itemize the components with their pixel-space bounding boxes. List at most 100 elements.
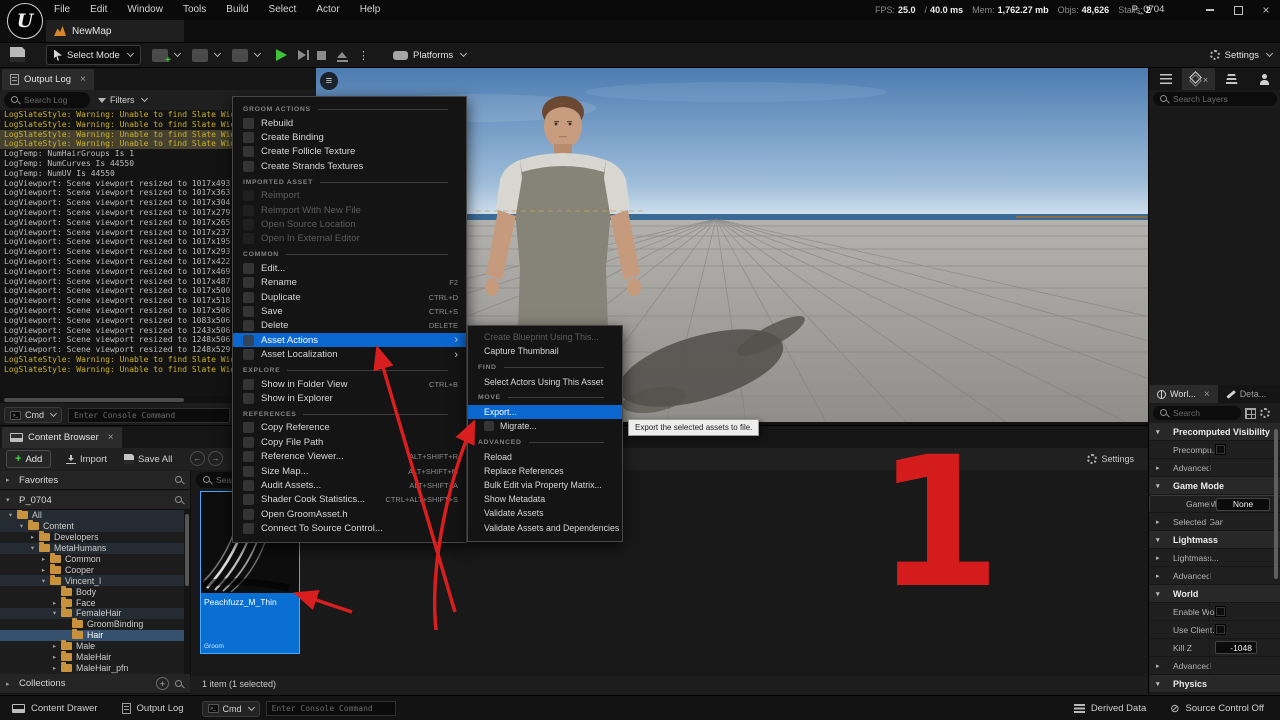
content-browser-settings[interactable]: Settings [1087,451,1134,467]
menu-item[interactable]: Create Follicle Texture [233,145,466,159]
menu-item[interactable]: Export... [468,405,622,419]
layers-tab[interactable] [1182,68,1215,90]
import-button[interactable]: Import [66,450,107,468]
collections-header[interactable]: ▸ Collections [0,674,190,694]
expander-icon[interactable]: ▸ [50,599,59,607]
expander-icon[interactable]: ▸ [50,653,59,661]
menu-bar-item[interactable]: Select [259,0,307,20]
content-drawer-button[interactable]: Content Drawer [0,696,110,720]
console-input[interactable] [74,411,224,420]
property-row[interactable]: Enable Wo... [1149,603,1280,621]
menu-item[interactable]: Show in Folder View CTRL+B [233,377,466,391]
menu-item[interactable]: Save CTRL+S [233,304,466,318]
close-button[interactable] [1252,0,1280,20]
menu-item[interactable]: Connect To Source Control... [233,521,466,535]
minimize-button[interactable] [1196,0,1224,20]
status-cmd-dropdown[interactable]: Cmd [202,701,260,717]
expander-icon[interactable]: ▾ [1156,590,1166,598]
menu-item[interactable]: Show Metadata [468,492,622,506]
tree-item[interactable]: ▸ MaleHair_pfn [0,662,184,673]
search-icon[interactable] [174,679,184,689]
cmd-dropdown[interactable]: Cmd [4,407,62,423]
platforms-dropdown[interactable]: Platforms [393,45,466,65]
expander-icon[interactable]: ▸ [1156,464,1166,472]
property-row[interactable]: ▸ Advanced [1149,657,1280,675]
log-search-box[interactable] [4,92,90,108]
log-filters-dropdown[interactable]: Filters [98,92,147,108]
tree-item[interactable]: ▸ Face [0,597,184,608]
menu-item[interactable]: Copy Reference [233,421,466,435]
menu-item[interactable]: Reload [468,450,622,464]
expander-icon[interactable]: ▸ [50,664,59,672]
menu-item[interactable]: Reimport [233,189,466,203]
property-row[interactable]: Precompu... [1149,441,1280,459]
status-console-box[interactable] [266,701,396,716]
property-row[interactable]: ▸ Advanced [1149,567,1280,585]
world-settings-tab[interactable]: Worl... [1149,385,1218,403]
tree-item[interactable]: ▾ FemaleHair [0,608,184,619]
tree-item[interactable]: ▾ MetaHumans [0,543,184,554]
tree-item[interactable]: ▸ Male [0,641,184,652]
property-checkbox[interactable] [1215,444,1226,455]
tree-item[interactable]: Body [0,586,184,597]
expander-icon[interactable]: ▾ [39,577,48,585]
menu-item[interactable]: Open Source Location [233,217,466,231]
maximize-button[interactable] [1224,0,1252,20]
derived-data-button[interactable]: Derived Data [1062,696,1158,720]
menu-item[interactable]: Replace References [468,464,622,478]
play-options-button[interactable] [358,46,369,64]
property-dropdown[interactable]: None [1216,498,1270,511]
menu-item[interactable]: Shader Cook Statistics... CTRL+ALT+SHIFT… [233,493,466,507]
search-icon[interactable] [174,475,184,485]
expander-icon[interactable]: ▸ [1156,554,1166,562]
details-tab[interactable]: Deta... [1218,385,1275,403]
chevron-down-icon[interactable] [174,50,181,57]
menu-item[interactable]: Asset Localization [233,347,466,361]
expander-icon[interactable]: ▾ [1156,428,1166,436]
menu-item[interactable]: Validate Assets [468,506,622,520]
property-row[interactable]: ▾ Precomputed Visibility [1149,423,1280,441]
property-checkbox[interactable] [1215,624,1226,635]
display-filter-icon[interactable] [1245,408,1256,419]
stop-button[interactable] [317,51,326,60]
chevron-down-icon[interactable] [214,50,221,57]
menu-item[interactable]: Open GroomAsset.h [233,507,466,521]
menu-bar-item[interactable]: Window [117,0,173,20]
details-search-input[interactable] [1173,408,1235,418]
add-layer-tab[interactable] [1248,68,1280,90]
property-row[interactable]: Kill Z -1048 -1048 [1149,639,1280,657]
property-row[interactable]: ▸ Lightmass... [1149,549,1280,567]
tree-item[interactable]: ▸ Developers [0,532,184,543]
menu-item[interactable]: Migrate... [468,419,622,433]
menu-bar-item[interactable]: File [44,0,80,20]
levels-tab[interactable] [1215,68,1248,90]
layers-search-box[interactable] [1153,92,1277,106]
property-row[interactable]: ▾ Lightmass [1149,531,1280,549]
menu-item[interactable]: Delete DELETE [233,319,466,333]
expander-icon[interactable]: ▸ [50,642,59,650]
expander-icon[interactable]: ▸ [1156,662,1166,670]
property-row[interactable]: Use Client... [1149,621,1280,639]
menu-item[interactable]: Capture Thumbnail [468,344,622,358]
expander-icon[interactable]: ▸ [39,566,48,574]
expander-icon[interactable]: ▾ [1156,680,1166,688]
menu-item[interactable]: Select Actors Using This Asset [468,375,622,389]
tree-item[interactable]: ▾ All [0,510,184,521]
expander-icon[interactable]: ▾ [1156,482,1166,490]
expander-icon[interactable]: ▾ [50,609,59,617]
viewport-menu-button[interactable] [320,72,338,90]
expander-icon[interactable]: ▸ [39,555,48,563]
toolbar-settings-dropdown[interactable]: Settings [1210,45,1272,65]
details-search-box[interactable] [1153,406,1241,420]
save-all-button[interactable]: Save All [124,450,172,468]
menu-item[interactable]: Create Binding [233,130,466,144]
step-button[interactable] [298,50,306,60]
project-header[interactable]: ▾ P_0704 [0,491,190,510]
expander-icon[interactable]: ▸ [28,533,37,541]
level-tab[interactable]: NewMap [46,20,184,42]
forward-button[interactable]: → [208,451,223,466]
outliner-tab[interactable] [1149,68,1182,90]
tree-item[interactable]: ▾ Content [0,521,184,532]
menu-item[interactable]: Reimport With New File [233,203,466,217]
property-row[interactable]: ▸ Selected Gam [1149,513,1280,531]
